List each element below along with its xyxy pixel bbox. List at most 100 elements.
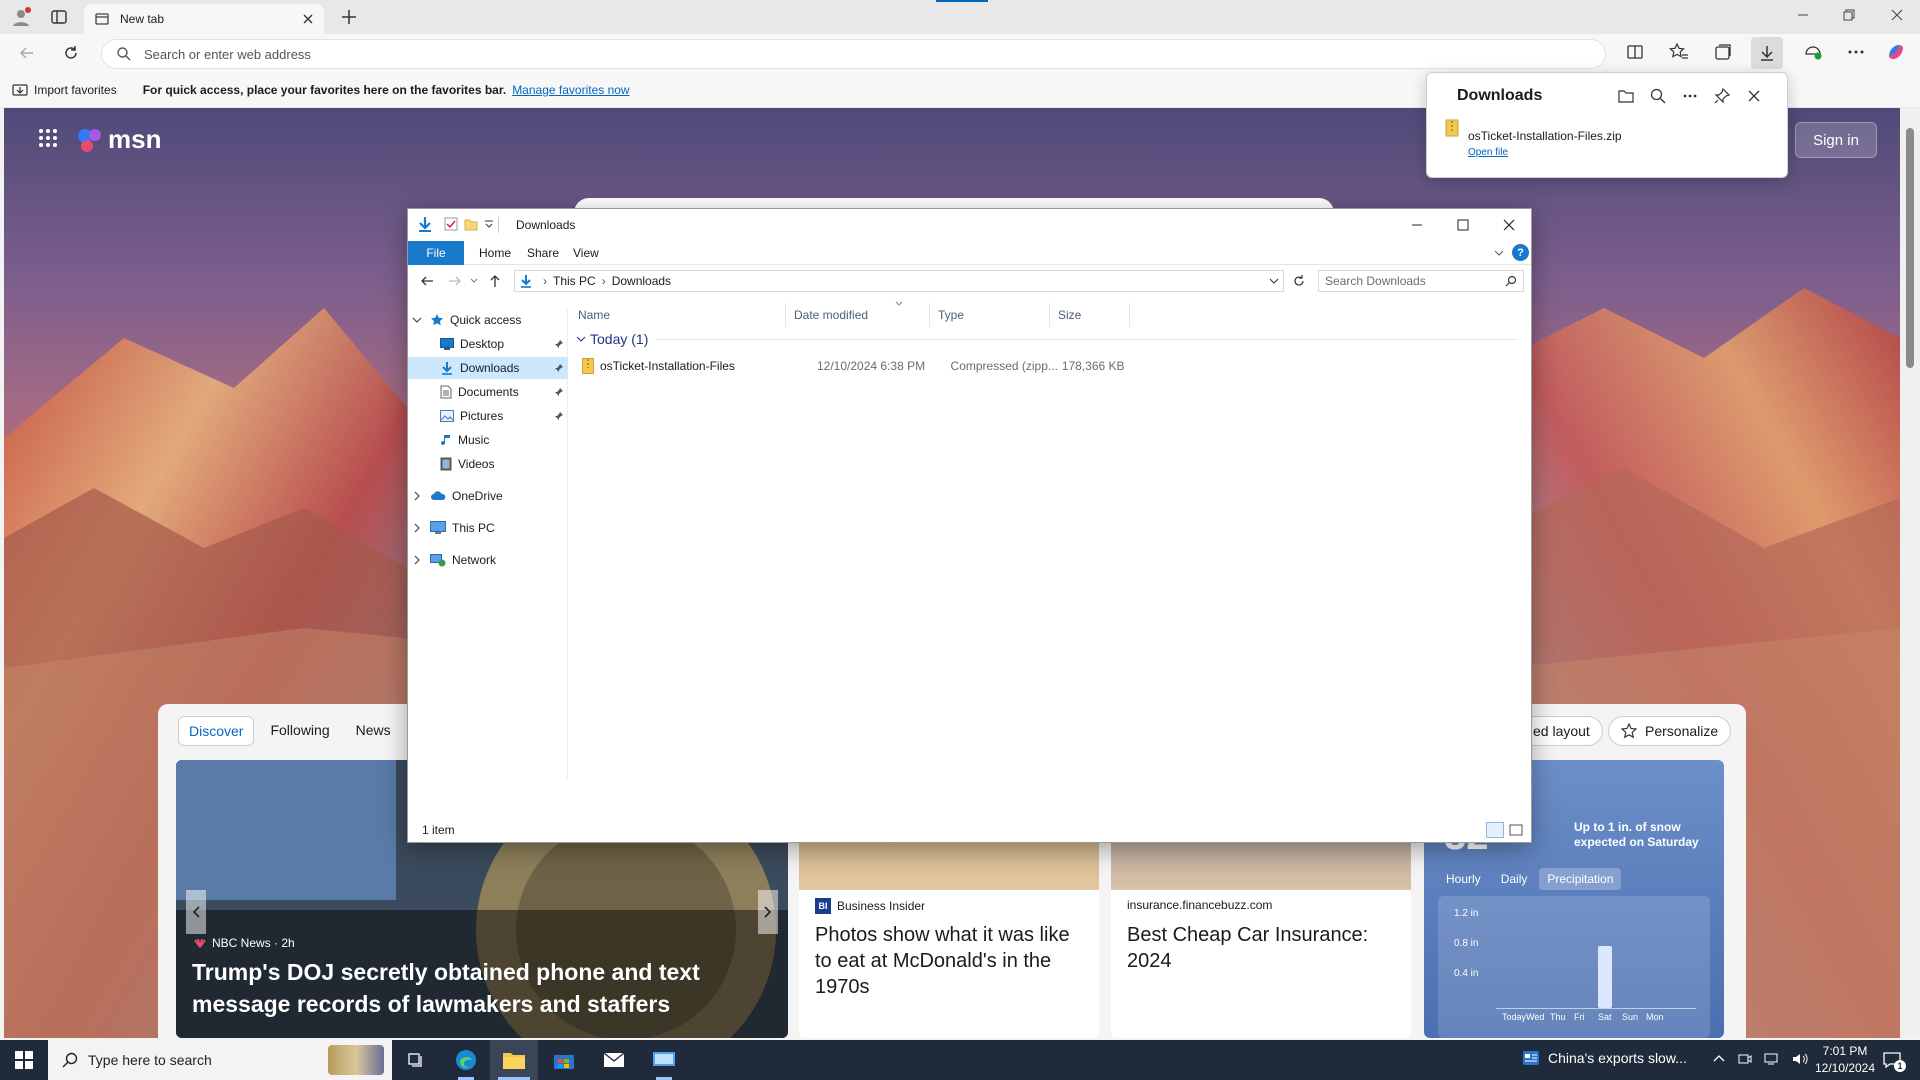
tab-news[interactable]: News xyxy=(346,716,401,746)
edge-taskbar-icon[interactable] xyxy=(442,1040,490,1080)
minimize-browser-icon[interactable] xyxy=(1796,8,1810,22)
split-screen-icon[interactable] xyxy=(1625,42,1645,62)
import-favorites-button[interactable]: Import favorites xyxy=(34,83,117,97)
restore-browser-icon[interactable] xyxy=(1842,8,1856,22)
maximize-icon[interactable] xyxy=(1456,218,1470,232)
tree-desktop[interactable]: Desktop xyxy=(408,333,568,355)
ribbon-tab-file[interactable]: File xyxy=(408,241,464,265)
tree-videos[interactable]: Videos xyxy=(408,453,568,475)
collapse-icon[interactable] xyxy=(412,315,422,325)
favorites-icon[interactable] xyxy=(1669,42,1689,62)
close-icon[interactable] xyxy=(1502,218,1516,232)
page-scrollbar[interactable] xyxy=(1900,108,1920,1038)
refresh-icon[interactable] xyxy=(62,44,80,62)
breadcrumb-this-pc[interactable]: This PC xyxy=(553,274,596,288)
meet-now-icon[interactable] xyxy=(1738,1052,1752,1066)
nav-forward-icon[interactable] xyxy=(448,274,462,288)
explorer-titlebar[interactable]: Downloads xyxy=(408,209,1531,241)
nav-back-icon[interactable] xyxy=(420,274,434,288)
pin-icon[interactable] xyxy=(554,387,564,397)
weather-tab-precipitation[interactable]: Precipitation xyxy=(1539,868,1622,890)
expand-icon[interactable] xyxy=(412,523,422,533)
tab-actions-icon[interactable] xyxy=(50,8,68,26)
personalize-button[interactable]: Personalize xyxy=(1608,716,1732,746)
table-row[interactable]: osTicket-Installation-Files 12/10/2024 6… xyxy=(576,355,1136,377)
apps-grid-icon[interactable] xyxy=(38,128,58,148)
news-widget[interactable]: China's exports slow... xyxy=(1522,1050,1687,1066)
pin-icon[interactable] xyxy=(554,411,564,421)
open-folder-icon[interactable] xyxy=(1617,87,1635,105)
tree-this-pc[interactable]: This PC xyxy=(412,517,562,539)
close-browser-icon[interactable] xyxy=(1890,8,1904,22)
column-name[interactable]: Name xyxy=(570,303,786,327)
layout-button[interactable]: ed layout xyxy=(1520,716,1603,746)
carousel-next-icon[interactable] xyxy=(758,890,778,934)
tab-new-tab[interactable]: New tab xyxy=(84,4,324,34)
column-size[interactable]: Size xyxy=(1050,303,1130,327)
card1-headline[interactable]: Trump's DOJ secretly obtained phone and … xyxy=(192,956,752,1020)
group-header-today[interactable]: Today (1) xyxy=(576,331,1517,347)
scrollbar-thumb[interactable] xyxy=(1906,128,1914,368)
manage-favorites-link[interactable]: Manage favorites now xyxy=(512,83,629,97)
show-hidden-icons-icon[interactable] xyxy=(1712,1052,1726,1066)
clock[interactable]: 7:01 PM 12/10/2024 xyxy=(1810,1043,1880,1077)
breadcrumb-downloads[interactable]: Downloads xyxy=(612,274,671,288)
column-type[interactable]: Type xyxy=(930,303,1050,327)
browser-essentials-icon[interactable] xyxy=(1803,42,1823,62)
more-downloads-icon[interactable] xyxy=(1681,87,1699,105)
msn-logo[interactable]: msn xyxy=(76,124,161,155)
downloads-icon[interactable] xyxy=(1751,37,1783,69)
remote-desktop-taskbar-icon[interactable] xyxy=(640,1040,688,1080)
pin-icon[interactable] xyxy=(1713,87,1731,105)
column-date-modified[interactable]: Date modified xyxy=(786,303,930,327)
tree-downloads[interactable]: Downloads xyxy=(408,357,568,379)
ribbon-tab-share[interactable]: Share xyxy=(518,241,568,265)
sign-in-button[interactable]: Sign in xyxy=(1795,122,1877,158)
refresh-folder-icon[interactable] xyxy=(1292,274,1306,288)
network-tray-icon[interactable] xyxy=(1764,1052,1780,1066)
expand-ribbon-icon[interactable] xyxy=(1494,248,1504,258)
tree-quick-access[interactable]: Quick access xyxy=(412,309,562,331)
weather-alert[interactable]: Up to 1 in. of snow expected on Saturday xyxy=(1574,820,1704,850)
file-explorer-taskbar-icon[interactable] xyxy=(490,1040,538,1080)
properties-icon[interactable] xyxy=(444,217,458,231)
address-path[interactable]: › This PC › Downloads xyxy=(514,270,1284,292)
store-taskbar-icon[interactable] xyxy=(540,1040,588,1080)
tree-music[interactable]: Music xyxy=(408,429,568,451)
ribbon-tab-view[interactable]: View xyxy=(564,241,608,265)
tree-onedrive[interactable]: OneDrive xyxy=(412,485,562,507)
weather-tab-hourly[interactable]: Hourly xyxy=(1438,868,1489,890)
pin-icon[interactable] xyxy=(554,339,564,349)
tab-following[interactable]: Following xyxy=(260,716,339,746)
volume-icon[interactable] xyxy=(1792,1052,1808,1066)
large-icons-view-icon[interactable] xyxy=(1508,822,1524,838)
search-downloads-icon[interactable] xyxy=(1649,87,1667,105)
download-file-name[interactable]: osTicket-Installation-Files.zip xyxy=(1468,129,1622,143)
search-downloads-field[interactable]: Search Downloads xyxy=(1318,270,1524,292)
tree-network[interactable]: Network xyxy=(412,549,562,571)
carousel-prev-icon[interactable] xyxy=(186,890,206,934)
more-options-icon[interactable] xyxy=(1846,42,1866,62)
close-downloads-icon[interactable] xyxy=(1745,87,1763,105)
new-folder-icon[interactable] xyxy=(464,217,478,231)
details-view-icon[interactable] xyxy=(1486,822,1504,838)
collapse-group-icon[interactable] xyxy=(576,334,586,344)
task-view-icon[interactable] xyxy=(392,1040,440,1080)
tree-documents[interactable]: Documents xyxy=(408,381,568,403)
help-icon[interactable]: ? xyxy=(1512,244,1529,261)
close-tab-icon[interactable] xyxy=(302,13,314,25)
card2-headline[interactable]: Photos show what it was like to eat at M… xyxy=(815,922,1085,1000)
pin-icon[interactable] xyxy=(554,363,564,373)
tab-discover[interactable]: Discover xyxy=(178,716,255,746)
ribbon-tab-home[interactable]: Home xyxy=(470,241,520,265)
start-button[interactable] xyxy=(0,1040,48,1080)
back-icon[interactable] xyxy=(18,44,36,62)
card3-headline[interactable]: Best Cheap Car Insurance: 2024 xyxy=(1127,922,1397,974)
expand-icon[interactable] xyxy=(412,555,422,565)
copilot-icon[interactable] xyxy=(1885,41,1907,63)
expand-icon[interactable] xyxy=(412,491,422,501)
open-file-link[interactable]: Open file xyxy=(1468,147,1508,158)
address-bar[interactable]: Search or enter web address xyxy=(101,39,1606,69)
minimize-icon[interactable] xyxy=(1410,218,1424,232)
taskbar-search-box[interactable]: Type here to search xyxy=(48,1040,392,1080)
